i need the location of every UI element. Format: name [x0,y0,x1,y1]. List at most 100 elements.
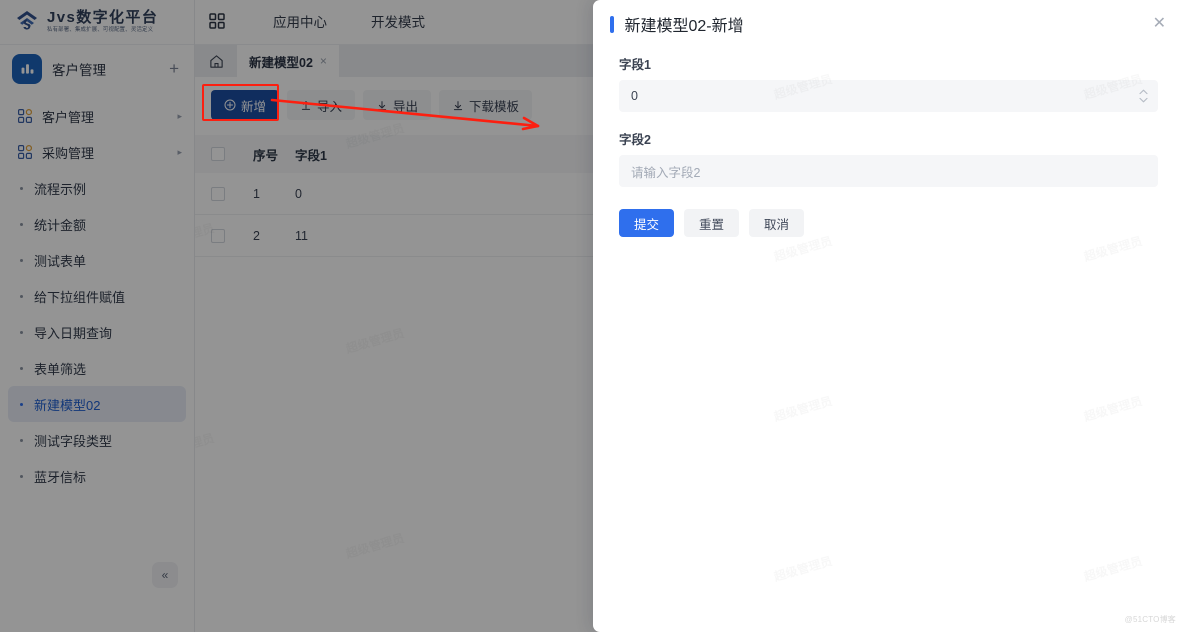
sidebar-item-lanyaxinbiao[interactable]: 蓝牙信标 [8,458,186,494]
select-all-checkbox[interactable] [211,147,225,161]
import-button-label: 导入 [317,96,342,115]
tab-label: 新建模型02 [249,52,313,71]
brand-name: Jvs数字化平台 [47,10,158,26]
sidebar-item-daoruriqichaxun[interactable]: 导入日期查询 [8,314,186,350]
export-button[interactable]: 导出 [363,90,431,120]
sidebar-item-label: 导入日期查询 [34,323,112,342]
sidebar-item-label: 新建模型02 [34,395,100,414]
sidebar-group-label: 客户管理 [42,107,94,126]
cancel-button[interactable]: 取消 [749,209,804,237]
home-icon[interactable] [195,45,237,77]
row-checkbox[interactable] [211,187,225,201]
field-spacer [619,112,1158,125]
brand-text: Jvs数字化平台 私有部署、集成扩展、可视配置、灵活定义 [47,10,158,33]
watermark-text: 超级管理员 [1082,392,1144,425]
bullet-icon [20,367,23,370]
number-stepper[interactable] [1139,89,1148,103]
brand-header: Jvs数字化平台 私有部署、集成扩展、可视配置、灵活定义 [0,0,194,45]
sidebar-group-customer-management[interactable]: 客户管理 ▸ [0,98,194,134]
upload-icon [300,99,312,111]
grid-menu-icon[interactable] [209,13,227,31]
chevron-right-icon: ▸ [177,111,182,122]
nav-item-dev-mode[interactable]: 开发模式 [351,0,445,45]
nav-item-app-center[interactable]: 应用中心 [253,0,347,45]
bullet-icon [20,331,23,334]
row-checkbox[interactable] [211,229,225,243]
bullet-icon [20,187,23,190]
sidebar-item-label: 测试字段类型 [34,431,112,450]
bullet-icon [20,439,23,442]
sidebar-group-label: 采购管理 [42,143,94,162]
sidebar-item-xinjianmoxing02[interactable]: 新建模型02 [8,386,186,422]
field2-input[interactable]: 请输入字段2 [619,155,1158,187]
field1-input[interactable]: 0 [619,80,1158,112]
field1-label: 字段1 [619,54,1158,73]
watermark-text: 超级管理员 [772,552,834,585]
watermark-text: 超级管理员 [195,429,216,462]
cell-no: 1 [253,187,295,201]
sidebar-app-title: 客户管理 [52,59,156,79]
sidebar-item-label: 蓝牙信标 [34,467,86,486]
sidebar-item-liuchengshili[interactable]: 流程示例 [8,170,186,206]
close-icon[interactable]: ✕ [1153,16,1166,32]
source-watermark: @51CTO博客 [1125,614,1176,625]
bullet-icon [20,223,23,226]
export-button-label: 导出 [393,96,418,115]
field1-value: 0 [631,89,638,103]
add-button-label: 新增 [241,96,266,115]
reset-button[interactable]: 重置 [684,209,739,237]
drawer-title: 新建模型02-新增 [625,12,1153,36]
sidebar-group-purchase-management[interactable]: 采购管理 ▸ [0,134,194,170]
drawer-actions: 提交 重置 取消 [619,209,1158,237]
sidebar-item-label: 统计金额 [34,215,86,234]
bullet-icon [20,295,23,298]
download-icon [376,99,388,111]
watermark-text: 超级管理员 [344,324,406,357]
tab-xinjianmoxing02[interactable]: 新建模型02 × [237,45,339,77]
drawer-header: 新建模型02-新增 ✕ [593,0,1184,48]
grid-apps-icon [18,145,32,159]
download-template-button[interactable]: 下载模板 [439,90,532,120]
grid-apps-icon [18,109,32,123]
submit-button[interactable]: 提交 [619,209,674,237]
screen: Jvs数字化平台 私有部署、集成扩展、可视配置、灵活定义 客户管理 + [0,0,1184,632]
add-button[interactable]: 新增 [211,90,279,120]
sidebar-item-label: 给下拉组件赋值 [34,287,125,306]
brand-tagline: 私有部署、集成扩展、可视配置、灵活定义 [47,28,158,34]
jvs-logo-icon [14,9,40,35]
sidebar-item-xialazujianfuzhi[interactable]: 给下拉组件赋值 [8,278,186,314]
drawer-body: 字段1 0 字段2 请输入字段2 提交 重置 取消 [593,48,1184,237]
watermark-text: 超级管理员 [344,529,406,562]
sidebar-menu: 客户管理 ▸ 采购管理 ▸ [0,92,194,632]
sidebar: Jvs数字化平台 私有部署、集成扩展、可视配置、灵活定义 客户管理 + [0,0,195,632]
import-button[interactable]: 导入 [287,90,355,120]
sidebar-item-ceshiziduanleixing[interactable]: 测试字段类型 [8,422,186,458]
cell-field1: 0 [295,187,415,201]
sidebar-item-biaodanshaixuan[interactable]: 表单筛选 [8,350,186,386]
sidebar-item-label: 表单筛选 [34,359,86,378]
bar-chart-icon [12,54,42,84]
field2-placeholder: 请输入字段2 [631,162,700,181]
add-app-button[interactable]: + [166,58,182,79]
close-icon[interactable]: × [320,54,327,68]
title-accent-bar [610,16,614,33]
sidebar-app-header: 客户管理 + [0,45,194,92]
bullet-icon [20,259,23,262]
download-icon [452,99,464,111]
download-template-button-label: 下载模板 [469,96,519,115]
sidebar-item-label: 流程示例 [34,179,86,198]
sidebar-collapse-button[interactable]: « [152,562,178,588]
add-record-drawer: 新建模型02-新增 ✕ 字段1 0 字段2 请输入字段2 提交 重置 取消 [593,0,1184,632]
bullet-icon [20,475,23,478]
sidebar-item-label: 测试表单 [34,251,86,270]
field2-label: 字段2 [619,129,1158,148]
plus-circle-icon [224,99,236,111]
cell-field1: 11 [295,229,415,243]
watermark-text: 超级管理员 [1082,552,1144,585]
sidebar-item-tongjijine[interactable]: 统计金额 [8,206,186,242]
chevron-right-icon: ▸ [177,147,182,158]
sidebar-item-ceshibiaodan[interactable]: 测试表单 [8,242,186,278]
watermark-text: 超级管理员 [772,392,834,425]
column-header-no: 序号 [253,145,295,164]
bullet-icon [20,403,23,406]
